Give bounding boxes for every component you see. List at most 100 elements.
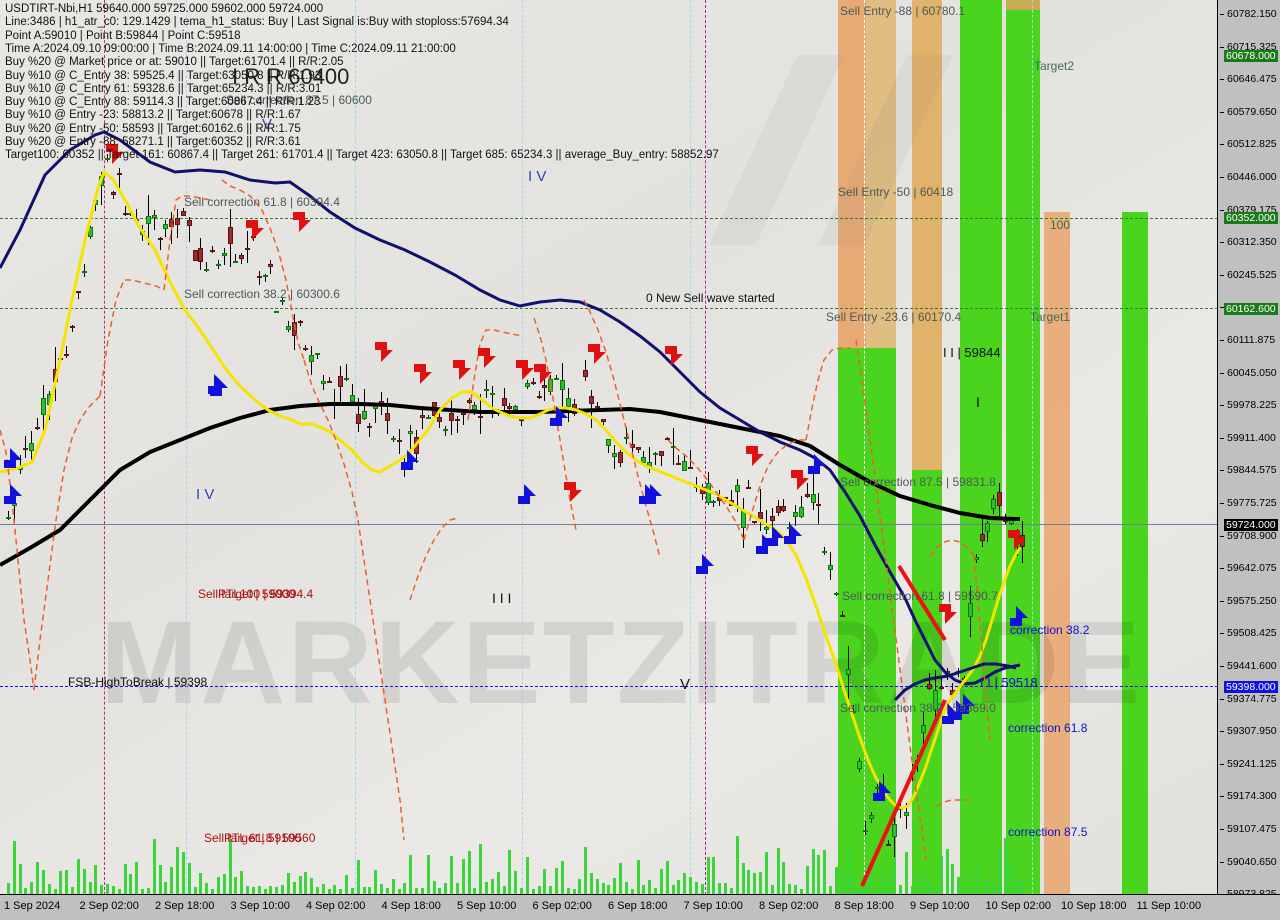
- candle-body: [425, 416, 431, 419]
- candle-body: [198, 247, 204, 262]
- volume-bar: [216, 877, 220, 895]
- volume-bar: [12, 840, 16, 895]
- time-tick: 6 Sep 02:00: [532, 900, 592, 912]
- candle-body: [845, 668, 851, 675]
- time-axis[interactable]: 1 Sep 2024 2 Sep 02:00 2 Sep 18:00 3 Sep 10…: [0, 894, 1280, 920]
- candle-body: [723, 497, 729, 500]
- volume-bar: [543, 869, 547, 895]
- volume-bar: [951, 863, 955, 895]
- candle-body: [110, 192, 116, 196]
- annotation-iv-top: I V: [528, 168, 547, 185]
- volume-bar: [234, 876, 238, 895]
- candle-body: [1014, 530, 1020, 542]
- candle-body: [186, 220, 192, 226]
- volume-bar: [496, 871, 500, 895]
- candle-body: [489, 392, 495, 395]
- time-tick: 10 Sep 18:00: [1061, 900, 1127, 912]
- candle-body: [309, 355, 315, 363]
- candle-body: [577, 409, 583, 412]
- candle-body: [128, 212, 134, 215]
- candle-body: [262, 274, 268, 278]
- candle-wick: [118, 167, 120, 189]
- annotation-correction-618: correction 61.8: [1008, 721, 1088, 735]
- candle-body: [256, 275, 262, 278]
- candle-body: [967, 602, 973, 617]
- candle-wick: [865, 820, 866, 835]
- time-tick: 5 Sep 10:00: [457, 900, 517, 912]
- volume-bar: [310, 877, 314, 895]
- volume-bar: [578, 878, 582, 895]
- candle-body: [274, 310, 280, 313]
- candle-body: [909, 771, 915, 775]
- level-line-target2: [0, 218, 1218, 219]
- candle-body: [157, 237, 163, 240]
- candle-body: [868, 814, 874, 819]
- candle-body: [495, 412, 501, 415]
- volume-bar: [450, 856, 454, 895]
- volume-bar: [904, 852, 908, 895]
- candle-body: [664, 438, 670, 441]
- candle-body: [571, 404, 577, 415]
- candle-body: [180, 211, 186, 216]
- candle-body: [833, 593, 839, 596]
- candle-body: [699, 487, 705, 494]
- candle-body: [524, 382, 530, 387]
- volume-bar: [712, 856, 716, 895]
- volume-bar: [986, 879, 990, 895]
- annotation-sellcorr-382: Sell correction 38.2 | 59369.0: [840, 701, 996, 715]
- candle-body: [478, 416, 484, 419]
- candle-body: [40, 397, 46, 416]
- volume-bar: [18, 864, 22, 895]
- candle-wick: [882, 773, 884, 795]
- time-tick: 1 Sep 2024: [4, 900, 61, 912]
- volume-bar: [82, 868, 86, 895]
- candle-body: [87, 226, 93, 237]
- price-axis[interactable]: 60782.150 60715.325 60646.475 60579.650 6051…: [1217, 0, 1280, 900]
- volume-bar: [665, 861, 669, 895]
- candle-body: [886, 844, 892, 847]
- candle-body: [1020, 535, 1026, 548]
- volume-bar: [490, 878, 494, 895]
- candle-wick: [876, 782, 878, 801]
- info-line-10: Buy %20 @ Entry -88: 58271.1 || Target:6…: [5, 136, 301, 148]
- candle-body: [35, 427, 41, 430]
- candle-body: [99, 176, 105, 187]
- volume-bar: [181, 852, 185, 895]
- candle-body: [880, 786, 886, 789]
- candle-body: [828, 565, 834, 570]
- candle-body: [64, 353, 70, 356]
- volume-bar: [706, 856, 710, 895]
- candle-body: [804, 493, 810, 498]
- annotation-iv-mid: I V: [196, 486, 215, 503]
- volume-bar: [805, 865, 809, 895]
- candle-body: [81, 270, 87, 273]
- volume-bar: [461, 858, 465, 895]
- volume-bar: [432, 881, 436, 895]
- volume-bar: [560, 860, 564, 895]
- time-tick: 3 Sep 10:00: [230, 900, 290, 912]
- candle-body: [192, 250, 198, 261]
- candle-wick: [171, 212, 173, 244]
- volume-bar: [817, 855, 821, 895]
- volume-bar: [36, 862, 40, 895]
- candle-body: [717, 496, 723, 501]
- candle-body: [460, 413, 466, 416]
- candle-body: [711, 501, 717, 504]
- annotation-sellcorr-618: Sell correction 61.8 | 59590.7: [842, 589, 998, 603]
- candle-body: [23, 447, 29, 450]
- candle-wick: [695, 477, 697, 493]
- candle-body: [1002, 517, 1008, 523]
- candle-body: [233, 261, 239, 264]
- chart-plot-area[interactable]: MARKETZITRADE Sell Entry -88 | 60780.1 S…: [0, 0, 1218, 895]
- volume-bar: [957, 876, 961, 895]
- time-tick: 2 Sep 02:00: [79, 900, 139, 912]
- candle-body: [985, 522, 991, 533]
- candle-body: [443, 429, 449, 432]
- candle-body: [769, 515, 775, 521]
- info-line-4: Buy %20 @ Market price or at: 59010 || T…: [5, 56, 344, 69]
- candle-body: [285, 326, 291, 331]
- volume-bar: [409, 854, 413, 895]
- candle-wick: [252, 228, 254, 242]
- volume-bar: [228, 838, 232, 895]
- candle-wick: [19, 455, 21, 475]
